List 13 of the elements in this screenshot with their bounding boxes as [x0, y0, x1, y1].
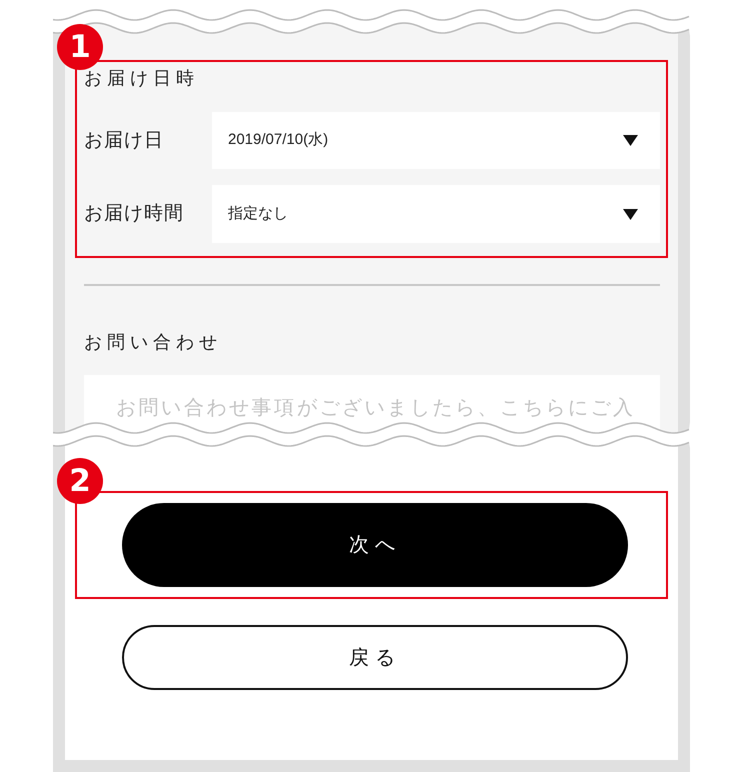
dropdown-field[interactable]: 指定なし [212, 185, 660, 243]
step-marker: 1 [57, 24, 103, 70]
field-label: お届け日 [84, 128, 165, 152]
caret-down-icon [623, 208, 638, 220]
textarea-field[interactable]: お問い合わせ事項がございましたら、こちらにご入 [84, 375, 660, 422]
caret-down-icon [623, 135, 638, 146]
dropdown-field[interactable]: 2019/07/10(水) [212, 112, 660, 169]
section-title: お届け日時 [84, 67, 200, 90]
next-button[interactable]: 次へ [122, 503, 628, 587]
field-label: お届け時間 [84, 202, 185, 226]
step-marker: 2 [57, 458, 103, 504]
section-title: お問い合わせ [84, 331, 223, 354]
back-button[interactable]: 戻る [122, 625, 628, 690]
